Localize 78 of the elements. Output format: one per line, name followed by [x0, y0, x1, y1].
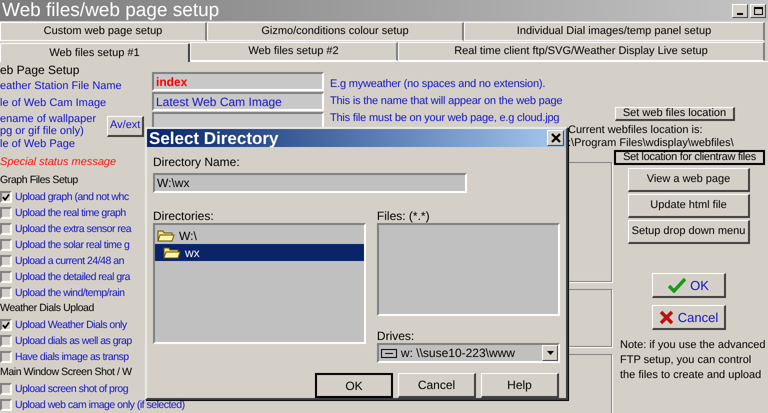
checkbox-label: Upload the solar real time g	[15, 240, 130, 250]
directory-item[interactable]: wx	[155, 244, 364, 261]
field-label: ename of wallpaper	[0, 114, 96, 126]
group-title: Graph Files Setup	[0, 175, 78, 188]
checkbox[interactable]	[0, 191, 12, 203]
dialog-button[interactable]: Cancel	[398, 373, 476, 398]
folder-icon	[163, 246, 181, 259]
checkbox[interactable]	[0, 319, 12, 331]
maximize-button[interactable]	[750, 4, 766, 18]
close-button[interactable]	[547, 130, 564, 146]
tab[interactable]: Custom web page setup	[0, 22, 207, 41]
action-button[interactable]: Setup drop down menu	[628, 220, 750, 244]
hint-text: This is the name that will appear on the web page	[330, 96, 562, 108]
checkbox-label: Upload web cam image only (if selected)	[15, 400, 185, 410]
checkbox-label: Upload Weather Dials only	[15, 320, 127, 330]
window-title: Web files/web page setup	[1, 1, 220, 20]
tab[interactable]: Individual Dial images/temp panel setup	[464, 22, 765, 41]
list-label: Directories:	[153, 210, 215, 223]
checkbox-label: Upload dials as well as grap	[15, 336, 132, 346]
checkbox[interactable]	[0, 239, 12, 251]
checkbox[interactable]	[0, 287, 12, 299]
checkbox[interactable]	[0, 223, 12, 235]
field-label: Directory Name:	[153, 156, 241, 170]
action-button[interactable]: View a web page	[628, 168, 750, 192]
field-label: le of Web Cam Image	[0, 98, 106, 111]
checkbox-label: Upload the detailed real gra	[15, 272, 130, 282]
directory-name-field[interactable]: W:\wx	[153, 173, 467, 193]
set-location-button[interactable]: Set web files location	[615, 107, 735, 121]
group-title: eb Page Setup	[0, 62, 80, 79]
checkbox[interactable]	[0, 351, 12, 363]
text-field[interactable]: Latest Web Cam Image	[152, 92, 324, 111]
minimize-button[interactable]	[732, 4, 748, 18]
folder-icon	[157, 229, 175, 242]
note-text: Note: if you use the advanced FTP setup, you can control the files to create and upload	[620, 338, 767, 383]
checkbox[interactable]	[0, 383, 12, 395]
action-button[interactable]: Update html file	[628, 194, 750, 218]
hint-text: This file must be on your web page, e.g cloud.jpg	[330, 113, 560, 125]
checkbox[interactable]	[0, 335, 12, 347]
list-label: Drives:	[376, 330, 416, 343]
hint-text: E.g myweather (no spaces and no extension).	[330, 79, 546, 91]
dialog-title: Select Directory	[149, 130, 278, 146]
location-path: :\Program Files\wdisplay\webfiles\	[568, 138, 734, 149]
check-icon	[668, 277, 686, 293]
checkbox-label: Upload screen shot of prog	[15, 384, 128, 394]
field-label: pg or gif file only)	[0, 126, 84, 138]
file-list[interactable]	[376, 223, 560, 316]
group-title: Main Window Screen Shot / W	[0, 367, 132, 380]
close-icon	[550, 133, 560, 143]
browse-button[interactable]: Av/ext	[107, 116, 144, 136]
checkbox[interactable]	[0, 399, 12, 411]
checkbox[interactable]	[0, 207, 12, 219]
field-label: le of Web Page	[0, 139, 76, 152]
ok-button[interactable]: OK	[652, 273, 726, 298]
drive-dropdown[interactable]: w: \\suse10-223\www	[376, 343, 560, 363]
directory-list[interactable]: W:\ wx	[153, 223, 366, 344]
dialog-button[interactable]: Help	[481, 373, 559, 398]
checkbox-label: Have dials image as transp	[15, 352, 129, 362]
directory-item[interactable]: W:\	[155, 227, 364, 244]
cross-icon	[658, 310, 674, 324]
checkbox-label: Upload a current 24/48 an	[15, 256, 124, 266]
drive-icon	[380, 348, 397, 358]
checkbox[interactable]	[0, 255, 12, 267]
set-clientraw-location-button[interactable]: Set location for clientraw files	[614, 150, 765, 165]
checkbox-label: Upload graph (and not whc	[15, 192, 129, 202]
dialog-button[interactable]: OK	[315, 373, 393, 398]
checkbox-label: Upload the real time graph	[15, 208, 126, 218]
group-title: Weather Dials Upload	[0, 303, 94, 316]
list-label: Files: (*.*)	[376, 210, 431, 223]
checkbox[interactable]	[0, 271, 12, 283]
tab[interactable]: Real time client ftp/SVG/Weather Display Live setup	[398, 42, 765, 61]
checkbox-label: Upload the extra sensor rea	[15, 224, 132, 234]
tab[interactable]: Gizmo/conditions colour setup	[207, 22, 464, 41]
cancel-button[interactable]: Cancel	[652, 305, 726, 330]
field-label: eather Station File Name	[0, 81, 122, 94]
checkbox-label: Upload the wind/temp/rain	[15, 288, 124, 298]
tab[interactable]: Web files setup #2	[190, 42, 398, 61]
tab[interactable]: Web files setup #1	[0, 43, 190, 62]
status-message: Special status message	[0, 157, 116, 170]
